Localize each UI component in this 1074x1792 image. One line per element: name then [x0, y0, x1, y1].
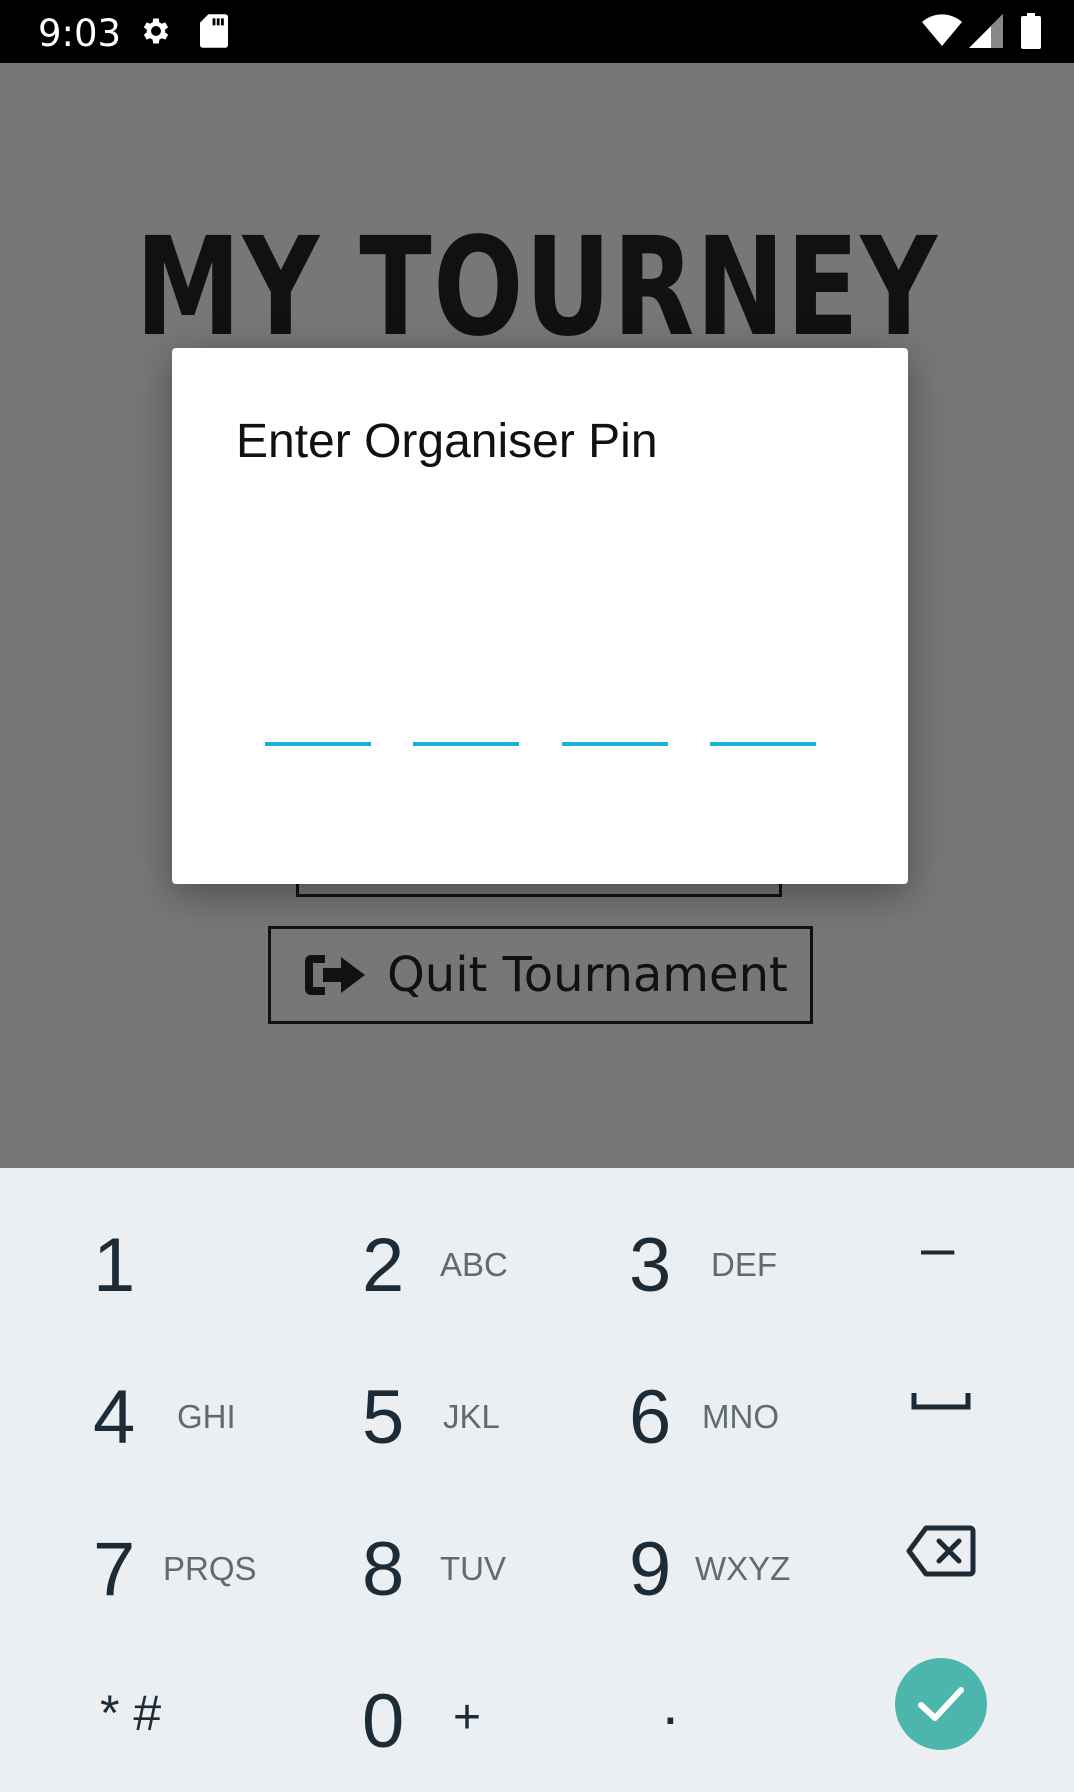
check-icon [918, 1687, 964, 1721]
dialog-title: Enter Organiser Pin [236, 415, 658, 468]
pin-digit-2[interactable] [413, 742, 519, 746]
key-0[interactable]: 0 + [268, 1624, 536, 1776]
key-space[interactable] [806, 1320, 1074, 1472]
key-8-digit: 8 [362, 1527, 405, 1612]
key-6[interactable]: 6 MNO [536, 1320, 804, 1472]
key-2[interactable]: 2 ABC [268, 1168, 536, 1320]
pin-digit-3[interactable] [562, 742, 668, 746]
space-icon [911, 1393, 971, 1410]
status-bar: 9:03 [0, 0, 1074, 63]
key-dot-symbol: . [662, 1670, 679, 1737]
key-3[interactable]: 3 DEF [536, 1168, 804, 1320]
done-button[interactable] [895, 1658, 987, 1750]
key-dot[interactable]: . [536, 1624, 804, 1776]
key-5-digit: 5 [362, 1375, 405, 1460]
key-dash-symbol: – [921, 1214, 955, 1281]
key-3-digit: 3 [629, 1223, 672, 1308]
backspace-key[interactable] [806, 1472, 1074, 1624]
key-7[interactable]: 7 PRQS [0, 1472, 268, 1624]
key-6-digit: 6 [629, 1375, 672, 1460]
quit-tournament-label: Quit Tournament [387, 947, 788, 1003]
key-7-letters: PRQS [163, 1550, 257, 1587]
key-5[interactable]: 5 JKL [268, 1320, 536, 1472]
key-9-digit: 9 [629, 1527, 672, 1612]
key-9-letters: WXYZ [695, 1550, 791, 1587]
key-2-digit: 2 [362, 1223, 405, 1308]
status-time: 9:03 [38, 12, 122, 55]
key-4[interactable]: 4 GHI [0, 1320, 268, 1472]
key-8[interactable]: 8 TUV [268, 1472, 536, 1624]
pin-dialog: Enter Organiser Pin [172, 348, 908, 884]
key-2-letters: ABC [440, 1246, 508, 1283]
key-0-plus: + [453, 1691, 482, 1744]
sd-card-icon [200, 14, 228, 48]
signal-icon [969, 14, 1003, 48]
key-1[interactable]: 1 [0, 1168, 268, 1320]
key-4-digit: 4 [93, 1375, 136, 1460]
gear-icon [143, 18, 169, 44]
key-5-letters: JKL [443, 1398, 500, 1435]
key-6-letters: MNO [702, 1398, 779, 1435]
exit-icon [305, 955, 365, 995]
backspace-icon [906, 1525, 976, 1577]
key-0-digit: 0 [362, 1679, 405, 1764]
wifi-icon [922, 14, 962, 46]
key-star-hash-symbol: * # [100, 1685, 162, 1741]
key-3-letters: DEF [711, 1246, 777, 1283]
key-1-digit: 1 [93, 1223, 136, 1308]
battery-icon [1021, 13, 1041, 49]
app-title: MY TOURNEY [135, 209, 939, 367]
key-9[interactable]: 9 WXYZ [536, 1472, 804, 1624]
pin-digit-1[interactable] [265, 742, 371, 746]
pin-digit-4[interactable] [710, 742, 816, 746]
key-dash[interactable]: – [806, 1168, 1074, 1320]
key-star-hash[interactable]: * # [0, 1624, 268, 1776]
key-4-letters: GHI [177, 1398, 236, 1435]
key-8-letters: TUV [440, 1550, 506, 1587]
quit-tournament-button[interactable]: Quit Tournament [268, 926, 813, 1024]
key-7-digit: 7 [93, 1527, 136, 1612]
